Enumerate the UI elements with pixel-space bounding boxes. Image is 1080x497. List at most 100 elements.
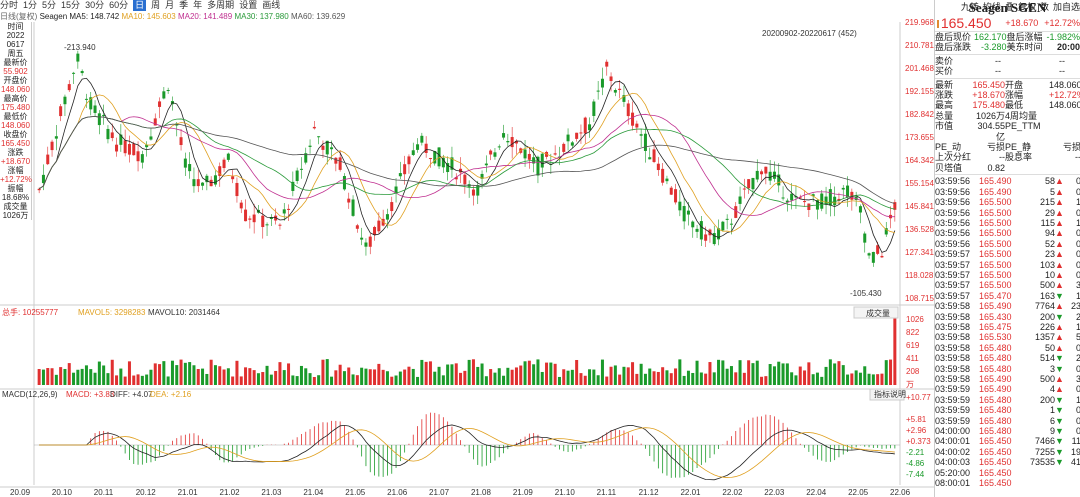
candle-body [373, 226, 377, 235]
us-time-label: 美东时间 [1006, 42, 1043, 53]
trade-price: 165.500 [979, 207, 1012, 218]
up-arrow-icon: ▲ [1055, 374, 1064, 384]
chart-area[interactable]: 219.968 210.781 201.468 192.155 182.842 173.6… [0, 0, 934, 497]
period-tab-4[interactable]: 30分 [85, 0, 104, 11]
period-tab-11[interactable]: 多周期 [207, 0, 234, 11]
trade-time: 04:00:02 [935, 446, 971, 457]
trade-price: 165.480 [979, 363, 1012, 374]
trade-volume: 103 [1039, 259, 1055, 270]
period-tab-10[interactable]: 年 [193, 0, 202, 11]
candle-body [239, 202, 243, 209]
candle-body [110, 132, 114, 139]
period-tab-7[interactable]: 周 [151, 0, 160, 11]
stat-cell: 亏损 [1062, 142, 1080, 153]
macd-tick: +10.77 [906, 393, 931, 402]
candle-body [682, 206, 686, 222]
info-key: 时间 [7, 22, 24, 31]
down-arrow-icon: ▼ [1055, 415, 1064, 426]
volume-bar [570, 369, 574, 385]
period-tab-3[interactable]: 15分 [61, 0, 80, 11]
down-arrow-icon: ▼ [1055, 457, 1064, 468]
date-tick: 22.01 [680, 488, 701, 497]
trade-time: 03:59:56 [935, 217, 971, 228]
candle-body [588, 124, 592, 131]
stat-row: 上次分红--股息率-- [935, 152, 1080, 162]
us-time: 20:00 [1056, 42, 1080, 53]
volume-bar [308, 373, 312, 385]
candle-body [179, 137, 183, 146]
volume-bar [463, 370, 467, 385]
price-tick: 182.842 [905, 110, 934, 119]
trade-volume: 200 [1039, 311, 1055, 322]
date-tick: 20.12 [136, 488, 157, 497]
candle-body [127, 144, 131, 155]
period-tab-12[interactable]: 设置 [239, 0, 257, 11]
diff-value: DIFF: +4.07 [110, 390, 153, 399]
candle-body [725, 218, 729, 220]
volume-bar [566, 370, 570, 385]
info-key: 最新价 [3, 58, 28, 67]
stat-cell [1049, 163, 1080, 173]
trade-count: 0 [1075, 238, 1080, 249]
volume-bar [312, 376, 316, 385]
volume-bar [291, 375, 295, 385]
period-tab-2[interactable]: 5分 [42, 0, 56, 11]
candle-body [506, 140, 510, 143]
candle-body [807, 203, 811, 210]
period-tab-0[interactable]: 分时 [0, 0, 18, 11]
period-tab-9[interactable]: 季 [179, 0, 188, 11]
trade-time: 03:59:58 [935, 374, 971, 384]
date-tick: 22.06 [890, 488, 911, 497]
volume-bar [510, 369, 514, 385]
info-value: 148.060 [1, 85, 30, 94]
trade-time: 03:59:59 [935, 394, 971, 405]
trade-volume: 200 [1039, 394, 1055, 405]
volume-bar [407, 366, 411, 385]
candle-body [489, 150, 493, 155]
volume-bar [863, 366, 867, 385]
volume-bar [46, 368, 50, 385]
candle-body [652, 149, 656, 162]
period-tab-6[interactable]: 日 [133, 0, 147, 11]
date-tick: 21.11 [597, 488, 617, 497]
candle-body [613, 89, 617, 93]
candle-body [742, 188, 746, 190]
period-tab-8[interactable]: 月 [165, 0, 174, 11]
volume-bar [532, 364, 536, 385]
volume-bar [553, 363, 557, 385]
candle-body [295, 170, 299, 181]
price-pct: +12.72% [1044, 18, 1080, 29]
period-tab-13[interactable]: 画线 [262, 0, 280, 11]
trade-volume: 4 [1049, 384, 1055, 395]
volume-bar [110, 359, 114, 385]
volume-bar [218, 366, 222, 385]
trade-row: 04:00:01 165.450 7466 ▼ 11 [935, 436, 1080, 446]
volume-bar [342, 371, 346, 385]
volume-bar [527, 360, 531, 385]
volume-bar [622, 366, 626, 385]
volume-bar [721, 360, 725, 385]
info-value: 1026万 [2, 211, 29, 220]
volume-bar [80, 368, 84, 385]
up-arrow-icon: ▲ [1055, 186, 1064, 197]
candle-body [764, 166, 768, 174]
candle-body [678, 201, 682, 211]
candle-body [523, 149, 527, 159]
stat-row: 贝塔值 0.82 [935, 163, 1080, 173]
macd-value: MACD: +3.83 [66, 390, 115, 399]
up-arrow-icon: ▲ [1055, 269, 1064, 280]
volume-bar [433, 371, 437, 385]
period-tab-5[interactable]: 60分 [109, 0, 128, 11]
trade-count: 0 [1075, 259, 1080, 270]
ma60-label: MA60: 139.629 [290, 12, 346, 21]
volume-bar [441, 375, 445, 385]
trade-volume: 29 [1044, 207, 1055, 218]
volume-bar [747, 360, 751, 385]
volume-bar [729, 366, 733, 385]
stat-cell: 上次分红 [935, 152, 972, 163]
trade-count [1063, 478, 1080, 488]
info-value: 0617 [6, 40, 25, 49]
volume-bar [871, 374, 875, 385]
period-tab-1[interactable]: 1分 [23, 0, 37, 11]
dea-line [39, 427, 895, 478]
